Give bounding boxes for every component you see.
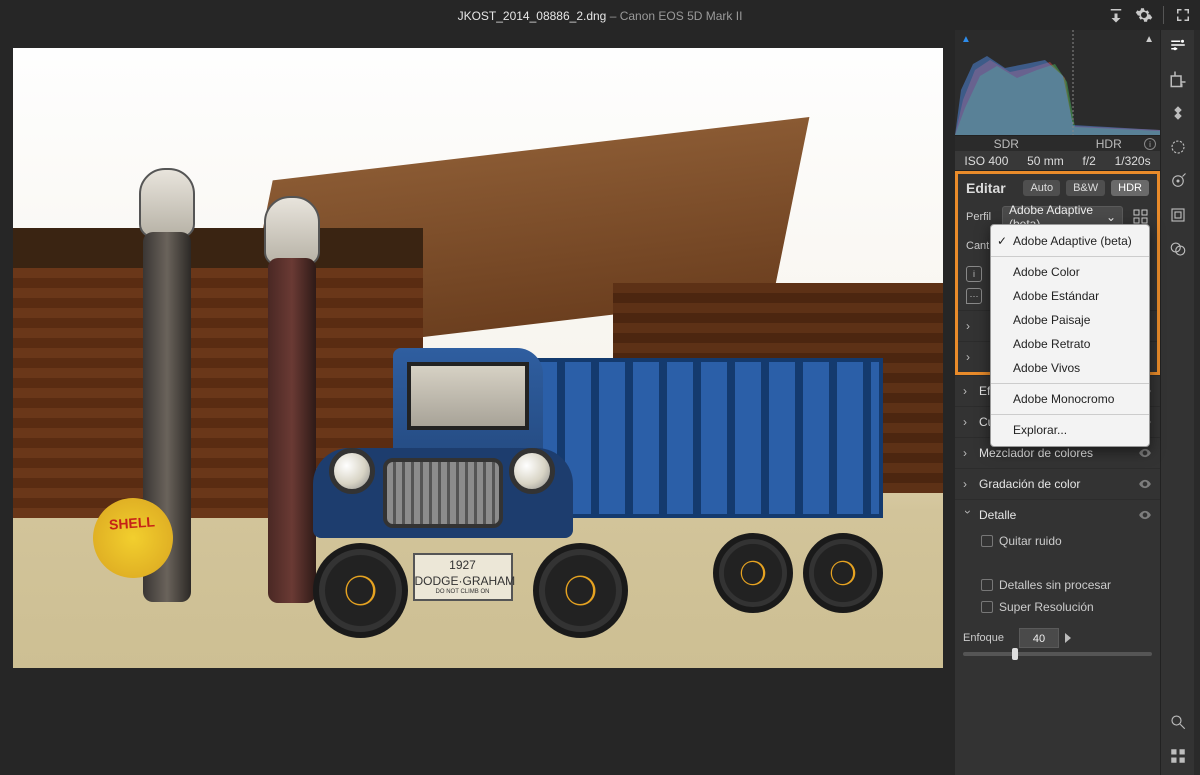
- denoise-row[interactable]: Quitar ruido: [955, 530, 1160, 552]
- topbar-actions: [1107, 6, 1192, 24]
- chevron-down-icon: ⌄: [1106, 210, 1116, 224]
- export-icon[interactable]: [1107, 6, 1125, 24]
- hdr-button[interactable]: HDR: [1111, 180, 1149, 196]
- sdr-label: SDR: [955, 137, 1058, 151]
- chevron-right-icon: ›: [966, 319, 976, 333]
- section-detalle[interactable]: › Detalle: [955, 499, 1160, 530]
- raw-details-checkbox[interactable]: [981, 579, 993, 591]
- section-detalle-label: Detalle: [979, 508, 1016, 522]
- histogram-plot: [955, 30, 1160, 135]
- chevron-right-icon: ›: [963, 477, 973, 491]
- grid-view-icon[interactable]: [1169, 747, 1187, 765]
- title-bar: JKOST_2014_08886_2.dng – Canon EOS 5D Ma…: [0, 0, 1200, 30]
- sharpen-label: Enfoque: [963, 632, 1013, 644]
- profile-option[interactable]: Adobe Paisaje: [991, 308, 1149, 332]
- document-title: JKOST_2014_08886_2.dng – Canon EOS 5D Ma…: [458, 8, 743, 23]
- chevron-right-icon: ›: [966, 350, 976, 364]
- exif-focal: 50 mm: [1027, 154, 1064, 168]
- info-badge-icon[interactable]: i: [966, 266, 982, 282]
- super-res-row[interactable]: Super Resolución: [955, 596, 1160, 618]
- profile-option[interactable]: Adobe Vivos: [991, 356, 1149, 380]
- exif-strip: ISO 400 50 mm f/2 1/320s: [955, 151, 1160, 171]
- tonemap-bar: SDR HDR i: [955, 135, 1160, 151]
- profile-dropdown-menu[interactable]: Adobe Adaptive (beta) Adobe Color Adobe …: [990, 224, 1150, 447]
- filename: JKOST_2014_08886_2.dng: [458, 9, 607, 23]
- bw-button[interactable]: B&W: [1066, 180, 1105, 196]
- edit-header: Editar Auto B&W HDR: [958, 174, 1157, 202]
- tool-strip: [1160, 30, 1194, 775]
- denoise-checkbox[interactable]: [981, 535, 993, 547]
- super-res-label: Super Resolución: [999, 600, 1094, 614]
- section-gradacion[interactable]: › Gradación de color: [955, 468, 1160, 499]
- sharpen-row: Enfoque 40: [955, 618, 1160, 652]
- profile-option[interactable]: Adobe Color: [991, 260, 1149, 284]
- profile-option-browse[interactable]: Explorar...: [991, 418, 1149, 442]
- raw-details-row[interactable]: Detalles sin procesar: [955, 574, 1160, 596]
- auto-button[interactable]: Auto: [1023, 180, 1060, 196]
- section-light-label: [982, 319, 985, 333]
- edit-panel-highlighted: Editar Auto B&W HDR Perfil Adobe Adaptiv…: [955, 171, 1160, 375]
- profile-option[interactable]: Adobe Monocromo: [991, 387, 1149, 411]
- exif-shutter: 1/320s: [1115, 154, 1151, 168]
- camera-model: Canon EOS 5D Mark II: [620, 9, 743, 23]
- profile-option[interactable]: Adobe Estándar: [991, 284, 1149, 308]
- redeye-icon[interactable]: [1169, 172, 1187, 190]
- chevron-down-icon: ›: [961, 510, 975, 520]
- zoom-icon[interactable]: [1169, 713, 1187, 731]
- mask-circle-icon[interactable]: [1169, 138, 1187, 156]
- chevron-right-icon: ›: [963, 384, 973, 398]
- sharpen-slider[interactable]: [963, 652, 1152, 656]
- right-stack: ▲ ▲ SDR HDR i ISO 400 50 mm: [955, 30, 1200, 775]
- presets-icon[interactable]: [1169, 206, 1187, 224]
- edit-title: Editar: [966, 180, 1017, 196]
- raw-details-label: Detalles sin procesar: [999, 578, 1111, 592]
- section-gradacion-label: Gradación de color: [979, 477, 1080, 491]
- sharpen-value[interactable]: 40: [1019, 628, 1059, 648]
- denoise-label: Quitar ruido: [999, 534, 1062, 548]
- eye-icon[interactable]: [1138, 508, 1152, 522]
- chevron-right-icon: ›: [963, 446, 973, 460]
- profile-option-adaptive[interactable]: Adobe Adaptive (beta): [991, 229, 1149, 253]
- exif-iso: ISO 400: [964, 154, 1008, 168]
- section-color-label: [982, 350, 985, 364]
- panel-scrollbar[interactable]: [1194, 30, 1200, 775]
- super-res-checkbox[interactable]: [981, 601, 993, 613]
- gear-icon[interactable]: [1135, 6, 1153, 24]
- plate-name: DODGE·GRAHAM: [415, 574, 511, 590]
- eye-icon[interactable]: [1138, 477, 1152, 491]
- healing-icon[interactable]: [1169, 104, 1187, 122]
- divider: [1163, 6, 1164, 24]
- histogram[interactable]: ▲ ▲: [955, 30, 1160, 135]
- crop-icon[interactable]: [1169, 70, 1187, 88]
- profile-label: Perfil: [966, 211, 996, 223]
- exif-aperture: f/2: [1083, 154, 1096, 168]
- profile-browser-icon[interactable]: [1133, 209, 1149, 225]
- eye-icon[interactable]: [1138, 446, 1152, 460]
- profile-option[interactable]: Adobe Retrato: [991, 332, 1149, 356]
- comment-icon[interactable]: ⋯: [966, 288, 982, 304]
- versions-icon[interactable]: [1169, 240, 1187, 258]
- app-root: JKOST_2014_08886_2.dng – Canon EOS 5D Ma…: [0, 0, 1200, 775]
- canvas-area: SHELL 1927 DODGE·GRAHAM DO NOT CLIMB ON: [0, 30, 955, 775]
- expand-triangle-icon[interactable]: [1065, 633, 1071, 643]
- license-plate: 1927 DODGE·GRAHAM DO NOT CLIMB ON: [413, 553, 513, 601]
- chevron-right-icon: ›: [963, 415, 973, 429]
- info-icon[interactable]: i: [1144, 138, 1156, 150]
- edit-sliders-icon[interactable]: [1169, 36, 1187, 54]
- photo-preview[interactable]: SHELL 1927 DODGE·GRAHAM DO NOT CLIMB ON: [13, 48, 943, 668]
- plate-year: 1927: [415, 558, 511, 574]
- main-row: SHELL 1927 DODGE·GRAHAM DO NOT CLIMB ON …: [0, 30, 1200, 775]
- plate-warn: DO NOT CLIMB ON: [415, 589, 511, 597]
- section-mezclador-label: Mezclador de colores: [979, 446, 1093, 460]
- sharpen-slider-row: [955, 652, 1160, 666]
- edit-side-panel: ▲ ▲ SDR HDR i ISO 400 50 mm: [955, 30, 1160, 775]
- title-separator: –: [606, 9, 619, 23]
- fullscreen-icon[interactable]: [1174, 6, 1192, 24]
